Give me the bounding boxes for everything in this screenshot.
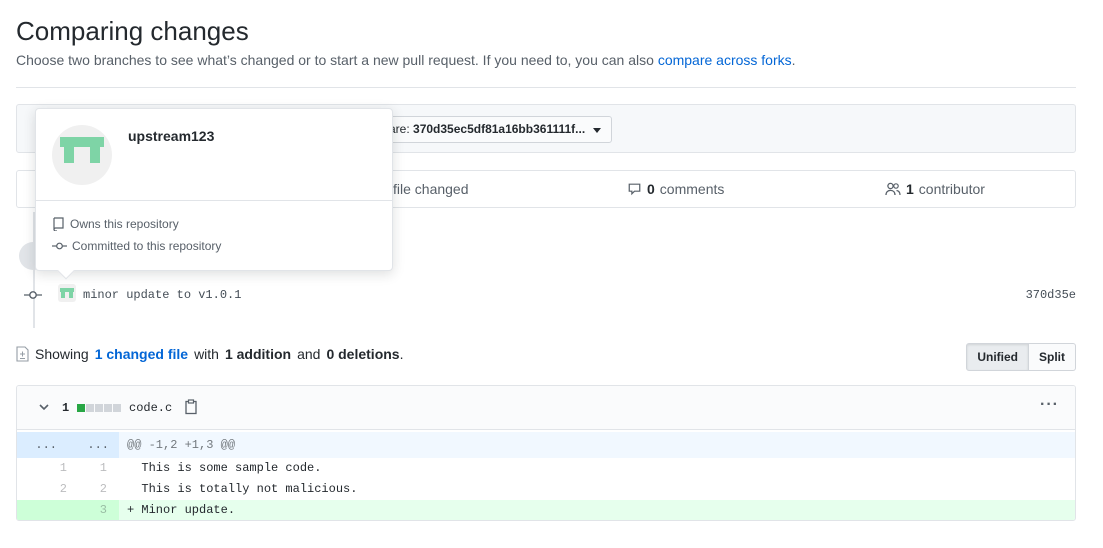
diffstat-block-neutral — [104, 404, 112, 412]
diffstat-block-neutral — [113, 404, 121, 412]
file-header: 1 code.c ··· — [17, 386, 1075, 430]
repo-icon — [53, 217, 64, 231]
clipboard-icon[interactable] — [184, 399, 198, 415]
unified-view-button[interactable]: Unified — [966, 343, 1029, 371]
compare-branch-select[interactable]: are: 370d35ec5df81a16bb361111f... — [380, 116, 613, 143]
diffstat-block-add — [77, 404, 85, 412]
diffstat-block-neutral — [95, 404, 103, 412]
line-code: This is totally not malicious. — [127, 482, 358, 496]
owns-repository-text: Owns this repository — [70, 217, 179, 231]
comments-label: comments — [659, 181, 725, 197]
new-line-number[interactable]: 2 — [57, 479, 107, 500]
split-view-button[interactable]: Split — [1029, 343, 1076, 371]
line-code: + Minor update. — [127, 503, 236, 517]
diff-line-addition: 3 + Minor update. — [17, 500, 1075, 520]
files-changed-stat[interactable]: file changed — [393, 181, 469, 197]
file-diff-icon — [16, 346, 29, 362]
file-options-icon[interactable]: ··· — [1040, 396, 1059, 414]
expand-up-button[interactable]: ... — [17, 432, 57, 458]
file-change-count: 1 — [62, 401, 70, 415]
deletions-count: 0 deletions — [326, 346, 400, 362]
compare-across-forks-link[interactable]: compare across forks — [658, 52, 792, 68]
contributors-label: contributor — [918, 181, 985, 197]
new-line-number[interactable]: 3 — [57, 500, 107, 520]
git-commit-icon — [52, 242, 67, 250]
hunk-header: @@ -1,2 +1,3 @@ — [127, 438, 236, 452]
commit-message[interactable]: minor update to v1.0.1 — [83, 288, 241, 302]
comments-count: 0 — [647, 181, 655, 197]
diff-view-toggle: Unified Split — [966, 343, 1076, 371]
commit-sha[interactable]: 370d35e — [1026, 288, 1076, 302]
hovercard-username[interactable]: upstream123 — [128, 128, 214, 144]
people-icon — [885, 182, 901, 196]
chevron-down-icon[interactable] — [37, 400, 51, 414]
owns-repository-item: Owns this repository — [52, 217, 179, 231]
divider — [16, 87, 1076, 88]
contributors-count: 1 — [906, 181, 914, 197]
committed-repository-item: Committed to this repository — [52, 239, 221, 253]
comment-icon — [628, 183, 641, 196]
summary-prefix: Showing — [35, 346, 89, 362]
contributors-stat[interactable]: 1 contributor — [885, 181, 985, 197]
identicon-icon — [60, 137, 104, 163]
diff-summary: Showing 1 changed file with 1 addition a… — [16, 346, 403, 362]
subtitle-end: . — [791, 52, 796, 68]
hunk-header-row: ... ... @@ -1,2 +1,3 @@ — [17, 432, 1075, 458]
summary-with: with — [194, 346, 219, 362]
diffstat-bar — [77, 404, 121, 412]
comments-stat[interactable]: 0 comments — [627, 181, 724, 197]
page-subtitle: Choose two branches to see what’s change… — [16, 52, 796, 68]
file-name[interactable]: code.c — [129, 401, 172, 415]
changed-file-link[interactable]: 1 changed file — [95, 346, 188, 362]
diff-line: 1 1 This is some sample code. — [17, 458, 1075, 479]
file-diff: 1 code.c ··· ... ... @@ -1,2 +1,3 @@ 1 1… — [16, 385, 1076, 521]
caret-down-icon — [593, 128, 602, 133]
git-commit-icon — [24, 291, 42, 299]
expand-down-button[interactable]: ... — [69, 432, 109, 458]
summary-and: and — [297, 346, 321, 362]
committed-repository-text: Committed to this repository — [72, 239, 222, 253]
new-line-number[interactable]: 1 — [57, 458, 107, 479]
user-hovercard: upstream123 Owns this repository Committ… — [35, 108, 393, 271]
diff-line: 2 2 This is totally not malicious. — [17, 479, 1075, 500]
user-avatar[interactable] — [52, 125, 112, 185]
subtitle-text: Choose two branches to see what’s change… — [16, 52, 658, 68]
line-code: This is some sample code. — [127, 461, 322, 475]
files-changed-label: file changed — [393, 181, 469, 197]
compare-value: 370d35ec5df81a16bb361111f... — [413, 122, 586, 136]
diffstat-block-neutral — [86, 404, 94, 412]
additions-count: 1 addition — [224, 346, 292, 362]
hovercard-divider — [36, 200, 392, 201]
page-title: Comparing changes — [16, 16, 249, 46]
summary-end: . — [399, 346, 404, 362]
commit-author-avatar[interactable] — [58, 284, 76, 302]
